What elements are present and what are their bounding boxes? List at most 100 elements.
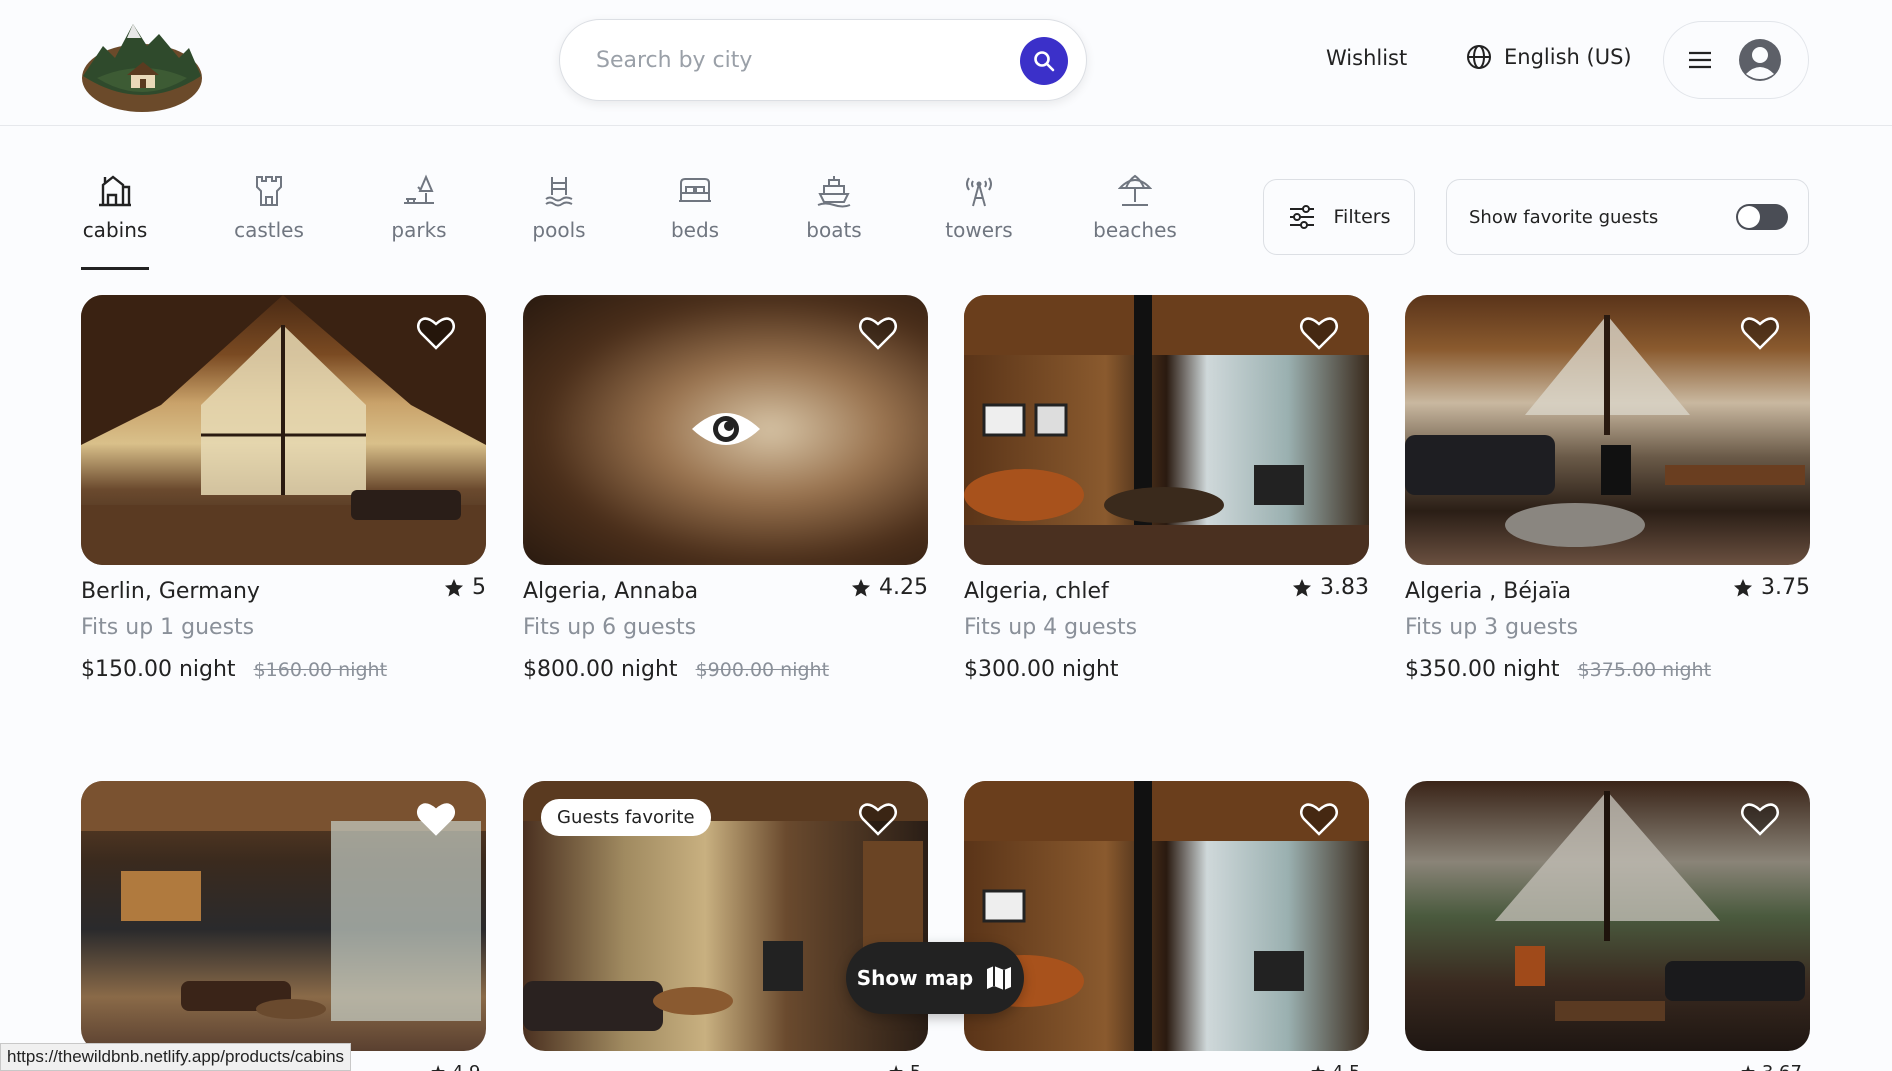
category-castles[interactable]: castles [233,170,305,242]
guests-favorite-badge: Guests favorite [541,799,711,836]
rating-value: 4.25 [879,575,928,600]
language-label: English (US) [1504,45,1632,69]
favorite-guests-switch[interactable] [1736,204,1788,230]
category-label: pools [532,218,586,242]
listing-rating: 5 [444,575,486,600]
listing-guests: Fits up 3 guests [1405,615,1579,640]
listing-photo[interactable] [964,781,1369,1051]
listing-photo[interactable] [1405,781,1810,1051]
listing-guests: Fits up 4 guests [964,615,1138,640]
favorite-heart-icon[interactable] [1740,801,1780,837]
star-icon [852,578,871,596]
boat-icon [814,170,854,210]
favorite-guests-toggle-box: Show favorite guests [1446,179,1809,255]
listing-price: $150.00 night [81,657,236,682]
logo[interactable] [81,18,203,112]
rating-peek: ★ 5 [888,1062,921,1071]
listing-rating: 4.25 [851,575,928,600]
avatar-icon [1739,39,1781,81]
search-button[interactable] [1020,37,1068,85]
search-input[interactable] [596,42,956,78]
show-map-button[interactable]: Show map [846,942,1024,1014]
show-map-label: Show map [856,966,974,990]
category-label: cabins [82,218,148,242]
category-label: towers [945,218,1013,242]
listing-old-price: $375.00 night [1577,659,1712,681]
category-label: parks [391,218,447,242]
listing-old-price: $900.00 night [695,659,830,681]
filters-label: Filters [1333,206,1391,228]
search-icon [1034,51,1055,72]
rating-peek: ★ 3.67 [1740,1062,1802,1071]
hamburger-menu-icon [1689,51,1711,69]
listing-location: Berlin, Germany [81,579,260,604]
category-beaches[interactable]: beaches [1093,170,1177,242]
filters-button[interactable]: Filters [1263,179,1415,255]
category-label: beaches [1093,218,1177,242]
star-icon [445,578,463,596]
map-icon [987,966,1012,990]
listing-old-price: $160.00 night [253,659,388,681]
favorite-heart-icon[interactable] [1299,315,1339,351]
favorite-heart-icon[interactable] [416,315,456,351]
active-tab-indicator [81,267,149,270]
listing-rating: 3.83 [1292,575,1369,600]
tower-icon [959,170,999,210]
listing-location: Algeria, Annaba [523,579,699,604]
listing-guests: Fits up 6 guests [523,615,697,640]
category-label: beds [670,218,720,242]
listing-photo[interactable] [81,781,486,1051]
favorite-heart-icon[interactable] [1740,315,1780,351]
listing-price: $350.00 night [1405,657,1560,682]
category-boats[interactable]: boats [803,170,865,242]
favorite-guests-label: Show favorite guests [1469,206,1659,228]
listing-price: $300.00 night [964,657,1119,682]
category-towers[interactable]: towers [945,170,1013,242]
rating-value: 3.83 [1320,575,1369,600]
listing-photo-hidden[interactable] [523,295,928,565]
wishlist-link[interactable]: Wishlist [1326,46,1407,70]
globe-icon [1467,45,1491,69]
category-label: castles [234,218,304,242]
category-beds[interactable]: beds [667,170,723,242]
listing-card[interactable]: Algeria , Béjaïa 3.75 Fits up 3 guests $… [1405,295,1810,699]
category-pools[interactable]: pools [529,170,589,242]
beach-umbrella-icon [1115,170,1155,210]
listing-rating: 3.75 [1733,575,1810,600]
listing-card[interactable] [81,781,486,1051]
listing-card[interactable] [1405,781,1810,1051]
eye-icon[interactable] [690,403,762,455]
park-icon [399,170,439,210]
listing-card[interactable]: Algeria, Annaba 4.25 Fits up 6 guests $8… [523,295,928,699]
header: Wishlist English (US) [0,0,1892,126]
rating-peek: ★ 4.5 [1310,1062,1361,1071]
listing-location: Algeria , Béjaïa [1405,579,1572,604]
listing-location: Algeria, chlef [964,579,1109,604]
user-menu-button[interactable] [1663,21,1809,99]
favorite-heart-icon[interactable] [858,315,898,351]
rating-peek: ★ 4.9 [430,1062,481,1071]
listing-card[interactable]: Algeria, chlef 3.83 Fits up 4 guests $30… [964,295,1369,699]
category-parks[interactable]: parks [389,170,449,242]
listing-card[interactable]: Berlin, Germany 5 Fits up 1 guests $150.… [81,295,486,699]
pool-icon [539,170,579,210]
favorite-heart-icon[interactable] [858,801,898,837]
listing-price: $800.00 night [523,657,678,682]
listing-photo[interactable] [81,295,486,565]
sliders-icon [1289,205,1314,229]
rating-value: 3.75 [1761,575,1810,600]
castle-icon [249,170,289,210]
listing-photo[interactable] [964,295,1369,565]
listing-guests: Fits up 1 guests [81,615,255,640]
rating-value: 5 [472,575,486,600]
listing-card[interactable] [964,781,1369,1051]
star-icon [1293,578,1312,596]
status-bar-url: https://thewildbnb.netlify.app/products/… [0,1043,352,1071]
favorite-heart-icon[interactable] [416,801,456,837]
cabin-icon [95,170,135,210]
favorite-heart-icon[interactable] [1299,801,1339,837]
language-selector[interactable]: English (US) [1466,44,1632,70]
category-cabins[interactable]: cabins [81,170,149,270]
listing-photo[interactable] [1405,295,1810,565]
search-bar[interactable] [559,19,1087,101]
